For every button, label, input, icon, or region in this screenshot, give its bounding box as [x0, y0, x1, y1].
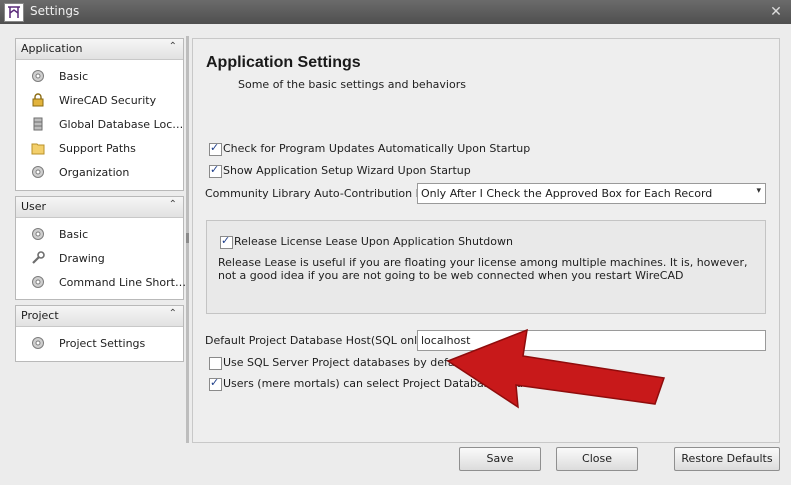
community-library-dropdown[interactable]: Only After I Check the Approved Box for … — [417, 183, 766, 204]
show-wizard-checkbox[interactable] — [209, 163, 222, 178]
db-host-value: localhost — [421, 334, 471, 347]
db-host-label: Default Project Database Host(SQL only) — [205, 334, 428, 347]
use-sql-checkbox[interactable] — [209, 357, 222, 370]
gear-icon — [32, 70, 44, 82]
sidebar-item-label: Organization — [59, 166, 130, 179]
group-label: Project — [21, 309, 59, 322]
title-bar: Settings ✕ — [0, 0, 791, 24]
users-select-mode-checkbox[interactable] — [209, 376, 222, 391]
close-window-icon[interactable]: ✕ — [767, 3, 785, 21]
check-updates-checkbox[interactable] — [209, 141, 222, 156]
use-sql-label[interactable]: Use SQL Server Project databases by defa… — [223, 356, 469, 369]
restore-defaults-button[interactable]: Restore Defaults — [674, 447, 780, 471]
save-button[interactable]: Save — [459, 447, 541, 471]
show-wizard-label[interactable]: Show Application Setup Wizard Upon Start… — [223, 164, 471, 177]
db-host-input[interactable]: localhost — [417, 330, 766, 351]
collapse-chevron-icon[interactable]: ⌃ — [169, 199, 177, 210]
folder-icon — [31, 143, 45, 155]
community-library-value: Only After I Check the Approved Box for … — [421, 187, 713, 200]
dropdown-arrow-icon[interactable]: ▾ — [756, 186, 761, 196]
sidebar-item-label: Basic — [59, 70, 89, 83]
page-subtitle: Some of the basic settings and behaviors — [238, 78, 466, 91]
sidebar-item-drawing[interactable]: Drawing — [16, 247, 183, 271]
wrench-icon — [32, 251, 45, 264]
database-icon — [33, 117, 43, 131]
sidebar-group-user: User ⌃ Basic Drawing Command Line Short… — [15, 196, 186, 300]
users-select-mode-label[interactable]: Users (mere mortals) can select Project … — [223, 377, 530, 390]
community-library-label: Community Library Auto-Contribution Mode — [205, 187, 446, 200]
sidebar-item-wirecad-security[interactable]: WireCAD Security — [16, 89, 183, 113]
gear-icon — [32, 166, 44, 178]
sidebar-item-user-basic[interactable]: Basic — [16, 223, 183, 247]
sidebar-item-label: Basic — [59, 228, 89, 241]
sidebar-item-label: Command Line Short… — [59, 276, 186, 289]
group-label: User — [21, 200, 47, 213]
sidebar-item-label: WireCAD Security — [59, 94, 157, 107]
close-button[interactable]: Close — [556, 447, 638, 471]
sidebar-item-global-database-location[interactable]: Global Database Loc… — [16, 113, 183, 137]
sidebar-item-label: Drawing — [59, 252, 105, 265]
splitter-grip[interactable] — [186, 233, 189, 243]
gear-icon — [32, 337, 44, 349]
release-license-description: Release Lease is useful if you are float… — [218, 256, 748, 282]
group-header-project[interactable]: Project ⌃ — [16, 306, 183, 327]
page-title: Application Settings — [206, 54, 361, 71]
sidebar-item-label: Global Database Loc… — [59, 118, 184, 131]
gear-icon — [32, 228, 44, 240]
sidebar-group-application: Application ⌃ Basic WireCAD Security Glo… — [15, 38, 184, 191]
sidebar-group-project: Project ⌃ Project Settings — [15, 305, 184, 362]
gear-icon — [32, 276, 44, 288]
settings-content-panel: Application Settings Some of the basic s… — [192, 38, 780, 443]
sidebar-item-organization[interactable]: Organization — [16, 161, 183, 185]
sidebar-item-project-settings[interactable]: Project Settings — [16, 332, 183, 356]
lock-icon — [32, 93, 44, 107]
sidebar-item-basic[interactable]: Basic — [16, 65, 183, 89]
release-license-checkbox[interactable] — [220, 234, 233, 249]
release-license-label[interactable]: Release License Lease Upon Application S… — [234, 235, 513, 248]
collapse-chevron-icon[interactable]: ⌃ — [169, 41, 177, 52]
window-title: Settings — [30, 4, 80, 18]
sidebar-item-label: Support Paths — [59, 142, 136, 155]
sidebar-item-command-line-shortcuts[interactable]: Command Line Short… — [16, 271, 186, 295]
sidebar-item-label: Project Settings — [59, 337, 146, 350]
sidebar-item-support-paths[interactable]: Support Paths — [16, 137, 183, 161]
license-lease-panel: Release License Lease Upon Application S… — [206, 220, 766, 314]
check-updates-label[interactable]: Check for Program Updates Automatically … — [223, 142, 530, 155]
group-header-user[interactable]: User ⌃ — [16, 197, 183, 218]
group-header-application[interactable]: Application ⌃ — [16, 39, 183, 60]
group-label: Application — [21, 42, 83, 55]
collapse-chevron-icon[interactable]: ⌃ — [169, 308, 177, 319]
wirecad-app-icon — [4, 3, 24, 22]
